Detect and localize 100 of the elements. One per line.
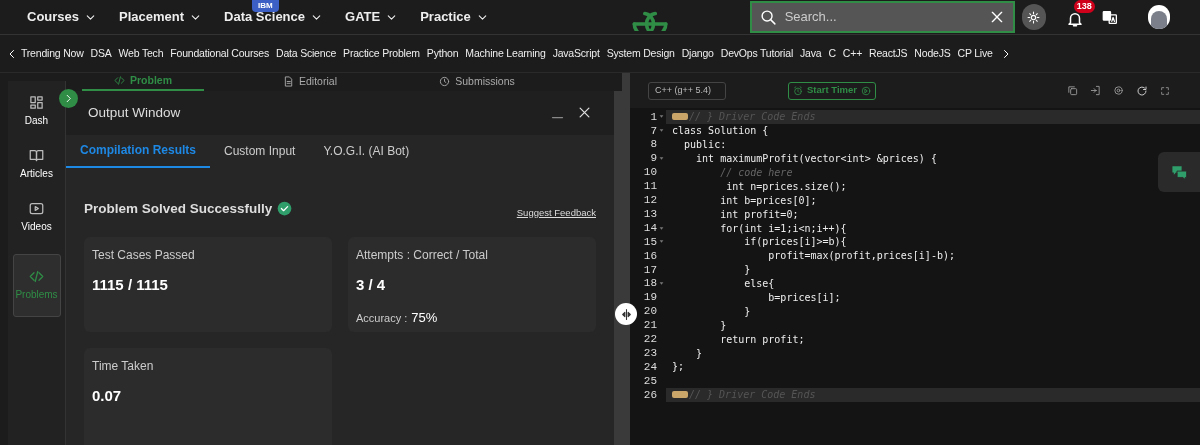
search-field[interactable]: Search...	[784, 7, 981, 27]
sun-icon	[1027, 10, 1041, 24]
alarm-clock-icon	[793, 85, 803, 96]
line-number: 20	[643, 304, 657, 320]
category-link[interactable]: JavaScript	[552, 45, 600, 62]
clock-icon	[439, 76, 451, 88]
line-number: 15	[643, 234, 657, 250]
line-number: 10	[643, 165, 657, 181]
line-number: 8	[650, 137, 657, 153]
chat-button[interactable]	[1158, 152, 1200, 192]
problem-tab[interactable]: Editorial	[249, 73, 371, 91]
category-link[interactable]: Foundational Courses	[170, 45, 270, 62]
nav-menu[interactable]: Data Science	[224, 9, 323, 25]
fold-arrow-icon[interactable]	[659, 225, 664, 231]
notification-badge: 138	[1073, 0, 1095, 13]
code-line: else{	[743, 277, 775, 291]
code-line: if(prices[i]>=b){	[743, 235, 847, 249]
fold-arrow-icon[interactable]	[659, 239, 664, 245]
code-line: }	[743, 263, 751, 277]
card-value: 0.07	[92, 386, 122, 406]
book-icon	[29, 148, 44, 163]
category-link[interactable]: Machine Learning	[465, 45, 546, 62]
category-link[interactable]: C++	[842, 45, 863, 62]
code-editor[interactable]	[630, 108, 1200, 445]
accuracy-value: 75%	[411, 308, 438, 327]
line-number: 9	[650, 151, 657, 167]
refresh-icon[interactable]	[1136, 84, 1148, 97]
theme-toggle-button[interactable]	[1021, 4, 1046, 30]
category-link[interactable]: DevOps Tutorial	[720, 45, 794, 62]
code-line: int profit=0;	[719, 207, 799, 221]
bell-icon[interactable]	[1065, 10, 1084, 28]
card-value: 1115 / 1115	[92, 275, 168, 295]
line-number: 12	[643, 193, 657, 209]
category-link[interactable]: System Design	[606, 45, 675, 62]
problem-tab[interactable]: Submissions	[416, 73, 538, 91]
code-icon	[29, 269, 44, 284]
fold-arrow-icon[interactable]	[659, 156, 664, 162]
nav-menu[interactable]: Courses	[27, 9, 98, 25]
language-dropdown[interactable]: C++ (g++ 5.4)	[648, 81, 726, 100]
translate-icon[interactable]	[1102, 8, 1118, 26]
category-link[interactable]: NodeJS	[914, 45, 951, 62]
category-link[interactable]: Web Tech	[118, 45, 164, 62]
category-link[interactable]: DSA	[90, 45, 112, 62]
resize-arrows-icon	[619, 307, 633, 321]
output-tab[interactable]: Custom Input	[210, 134, 310, 168]
code-line: b=prices[i];	[767, 291, 841, 304]
line-number: 16	[643, 248, 657, 264]
line-number: 19	[643, 290, 657, 306]
line-number: 13	[643, 206, 657, 222]
settings-icon[interactable]	[1113, 85, 1124, 96]
search-icon	[759, 8, 777, 26]
code-line: public:	[683, 138, 727, 152]
category-link[interactable]: Java	[800, 45, 822, 62]
fold-marker[interactable]	[672, 391, 688, 399]
code-line: profit=max(profit,prices[i]-b);	[767, 249, 955, 263]
category-link[interactable]: ReactJS	[869, 45, 908, 62]
nav-menu[interactable]: GATE	[345, 9, 399, 25]
card-title: Test Cases Passed	[92, 247, 195, 264]
nav-menu[interactable]: Placement	[119, 9, 203, 25]
output-tab[interactable]: Y.O.G.I. (AI Bot)	[309, 134, 424, 168]
code-line: int b=prices[0];	[719, 193, 817, 207]
line-number: 11	[643, 179, 657, 195]
code-line: }	[719, 318, 727, 332]
import-icon[interactable]	[1090, 85, 1101, 96]
category-link[interactable]: Python	[426, 45, 459, 62]
window-title: Output Window	[88, 103, 181, 122]
user-avatar[interactable]	[1147, 5, 1170, 29]
code-line: int maximumProfit(vector<int> &prices) {	[695, 152, 937, 166]
start-timer-button[interactable]: Start Timer	[788, 81, 876, 100]
line-number: 23	[643, 345, 657, 361]
copy-icon[interactable]	[1067, 85, 1078, 96]
fullscreen-icon[interactable]	[1160, 85, 1170, 96]
fold-arrow-icon[interactable]	[659, 114, 664, 120]
sidebar-item[interactable]: Dash	[12, 95, 61, 128]
check-circle-icon	[277, 201, 293, 217]
sidebar-item[interactable]: Articles	[12, 148, 61, 181]
code-line: int n=prices.size();	[725, 179, 847, 193]
code-line: }	[695, 346, 703, 360]
card-title: Time Taken	[92, 358, 154, 375]
fold-marker[interactable]	[672, 113, 688, 121]
code-line: for(int i=1;i<n;i++){	[719, 221, 847, 235]
accuracy-label: Accuracy :	[356, 310, 408, 326]
category-link[interactable]: Django	[681, 45, 714, 62]
code-line: };	[672, 360, 685, 374]
sidebar-item[interactable]: Videos	[12, 201, 61, 234]
category-link[interactable]: Data Science	[276, 45, 337, 62]
fold-arrow-icon[interactable]	[659, 128, 664, 134]
code-icon	[114, 75, 125, 87]
category-link[interactable]: Trending Now	[21, 45, 84, 62]
code-line: class Solution {	[672, 124, 769, 138]
category-link[interactable]: C	[828, 45, 836, 62]
category-link[interactable]: Practice Problem	[343, 45, 420, 62]
fold-arrow-icon[interactable]	[659, 281, 664, 287]
output-tab[interactable]: Compilation Results	[66, 134, 210, 168]
line-number: 1	[650, 109, 657, 125]
category-link[interactable]: CP Live	[957, 45, 993, 62]
status-message: Problem Solved Successfully	[84, 199, 273, 218]
nav-menu[interactable]: Practice	[420, 9, 489, 25]
feedback-link[interactable]: Suggest Feedback	[516, 205, 596, 220]
search-bar[interactable]: Search...	[749, 1, 1015, 33]
